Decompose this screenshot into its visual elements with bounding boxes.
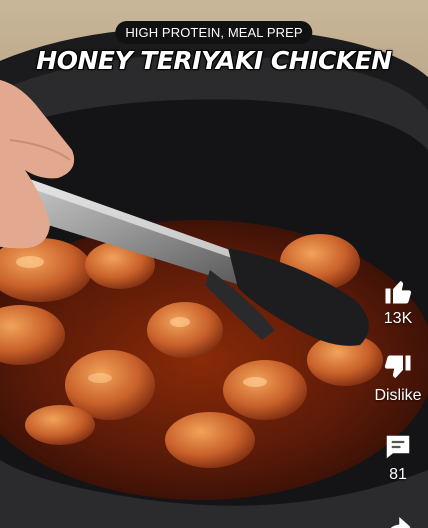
share-icon	[390, 517, 411, 528]
comments-button[interactable]: 81	[368, 432, 428, 484]
comments-count: 81	[389, 466, 407, 483]
video-title: HONEY TERIYAKI CHICKEN	[36, 46, 392, 75]
dislike-label: Dislike	[374, 387, 422, 404]
video-frame[interactable]: HIGH PROTEIN, MEAL PREP HONEY TERIYAKI C…	[0, 0, 428, 528]
dislike-button[interactable]: Dislike	[368, 353, 428, 405]
thumbs-up-icon	[385, 281, 412, 304]
comment-icon	[386, 435, 410, 459]
like-button[interactable]: 13K	[368, 276, 428, 328]
recipe-tag: HIGH PROTEIN, MEAL PREP	[115, 21, 313, 44]
food-photo	[0, 0, 428, 528]
thumbs-down-icon	[384, 355, 411, 378]
like-count: 13K	[383, 310, 413, 327]
share-button[interactable]	[368, 512, 428, 528]
